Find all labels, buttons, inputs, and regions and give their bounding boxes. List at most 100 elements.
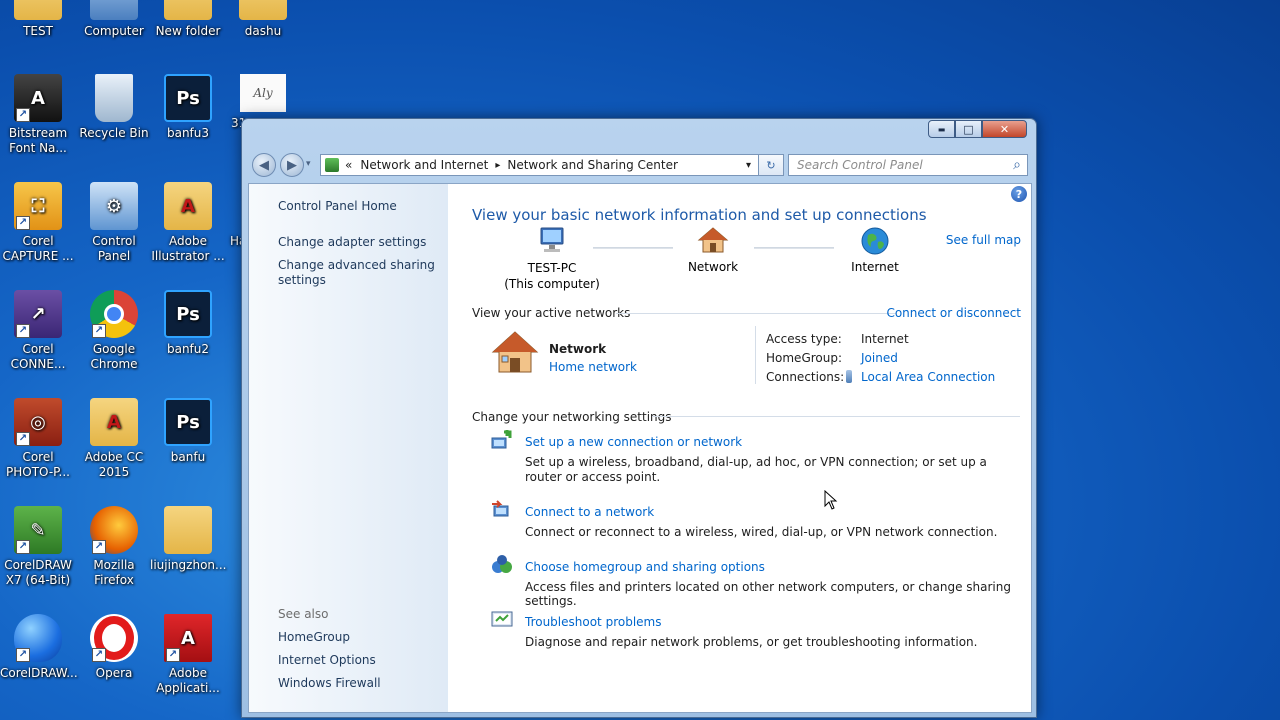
desktop-icon-label: Computer [84,24,144,38]
divider [616,313,896,314]
desktop-icon-test[interactable]: TEST [0,0,76,39]
shortcut-arrow-icon: ↗ [16,648,30,662]
internet-node[interactable]: Internet [834,226,916,274]
shortcut-arrow-icon: ↗ [92,648,106,662]
desktop-icon-label: Ha [230,234,241,248]
computer-name: TEST-PC [527,261,577,275]
opera-icon: ↗ [90,614,138,662]
local-area-connection-link[interactable]: Local Area Connection [861,370,995,384]
desktop-icon-banfu2[interactable]: Ps banfu2 [150,290,226,357]
setup-new-connection-link[interactable]: Set up a new connection or network [525,435,742,449]
desktop-icon-adobe-illustrator[interactable]: A Adobe Illustrator ... [150,182,226,264]
homegroup-sharing-options-desc: Access files and printers located on oth… [525,580,1011,608]
ethernet-icon [846,370,852,383]
desktop-icon-liujingzhon[interactable]: liujingzhon... [150,506,226,573]
address-bar[interactable]: « Network and Internet ▸ Network and Sha… [320,154,784,176]
map-connector-line [593,247,673,249]
globe-icon [861,227,889,255]
navigation-bar: ◀ ▶ ▾ « Network and Internet ▸ Network a… [250,151,1028,179]
desktop-icon-coreldraw[interactable]: ↗ CorelDRAW... [0,614,78,681]
desktop-icon-label: Opera [95,666,133,680]
shortcut-arrow-icon: ↗ [16,216,30,230]
control-panel-icon: ⚙ [90,182,138,230]
homegroup-joined-link[interactable]: Joined [861,351,898,365]
search-input[interactable]: Search Control Panel ⌕ [788,154,1028,176]
adobe-application-manager-icon: A ↗ [164,614,212,662]
troubleshoot-problems-desc: Diagnose and repair network problems, or… [525,635,978,649]
address-root-chevron[interactable]: « [345,158,352,172]
document-icon: Aly [240,74,286,112]
page-heading: View your basic network information and … [472,206,927,224]
network-node[interactable]: Network [672,226,754,274]
desktop-icon-control-panel[interactable]: ⚙ Control Panel [76,182,152,264]
desktop-icon-google-chrome[interactable]: ↗ Google Chrome [76,290,152,372]
refresh-button[interactable]: ↻ [758,154,784,176]
desktop-icon-coreldraw-x7[interactable]: ✎ ↗ CorelDRAW X7 (64-Bit) [0,506,76,588]
breadcrumb-network-and-internet[interactable]: Network and Internet [360,158,488,172]
close-button[interactable]: ✕ [982,120,1027,138]
change-adapter-settings-link[interactable]: Change adapter settings [278,235,443,250]
desktop-icon-label: Google Chrome [90,342,138,371]
shortcut-arrow-icon: ↗ [16,540,30,554]
search-placeholder: Search Control Panel [797,158,923,172]
see-full-map-link[interactable]: See full map [946,233,1021,247]
desktop-icon-label: CorelDRAW X7 (64-Bit) [4,558,72,587]
control-panel-home-link[interactable]: Control Panel Home [278,199,443,214]
connect-to-network-link[interactable]: Connect to a network [525,505,654,519]
desktop-icon-mozilla-firefox[interactable]: ↗ Mozilla Firefox [76,506,152,588]
desktop-icon-bitstream[interactable]: A ↗ Bitstream Font Na... [0,74,76,156]
desktop-icon-dashu[interactable]: dashu [225,0,301,39]
address-dropdown-icon[interactable]: ▾ [746,160,751,171]
desktop-icon-label: liujingzhon... [150,558,227,572]
maximize-button[interactable]: □ [955,120,982,138]
desktop-icon-corel-photo-paint[interactable]: ◎ ↗ Corel PHOTO-P... [0,398,76,480]
breadcrumb-network-sharing-center[interactable]: Network and Sharing Center [507,158,678,172]
main-pane: ? View your basic network information an… [448,184,1031,712]
help-icon[interactable]: ? [1011,186,1027,202]
title-bar[interactable]: ▬ □ ✕ [242,119,1036,145]
desktop-icon-computer[interactable]: Computer [76,0,152,39]
desktop-icon-adobe-cc-2015[interactable]: A Adobe CC 2015 [76,398,152,480]
back-button[interactable]: ◀ [252,153,276,177]
troubleshoot-icon [491,611,513,627]
forward-button[interactable]: ▶ [280,153,304,177]
homegroup-link[interactable]: HomeGroup [278,630,443,645]
computer-node[interactable]: TEST-PC (This computer) [504,226,600,292]
homegroup-sharing-options-link[interactable]: Choose homegroup and sharing options [525,560,765,574]
bitstream-font-navigator-icon: A ↗ [14,74,62,122]
connect-or-disconnect-link[interactable]: Connect or disconnect [886,306,1021,320]
desktop-icon-recycle-bin[interactable]: Recycle Bin [76,74,152,141]
active-network-name: Network [549,342,607,356]
desktop-icon-label: dashu [244,24,282,38]
minimize-button[interactable]: ▬ [928,120,955,138]
breadcrumb-separator[interactable]: ▸ [495,160,500,171]
home-network-link[interactable]: Home network [549,360,637,374]
desktop-icon-opera[interactable]: ↗ Opera [76,614,152,681]
network-sharing-center-window: ▬ □ ✕ ◀ ▶ ▾ « Network and Internet ▸ Net… [241,118,1037,718]
corel-capture-icon: ⛶ ↗ [14,182,62,230]
troubleshoot-problems-link[interactable]: Troubleshoot problems [525,615,661,629]
change-advanced-sharing-link[interactable]: Change advanced sharing settings [278,258,443,288]
desktop-icon-adobe-application[interactable]: A ↗ Adobe Applicati... [150,614,226,696]
shortcut-arrow-icon: ↗ [16,108,30,122]
desktop-icon-corel-capture[interactable]: ⛶ ↗ Corel CAPTURE ... [0,182,76,264]
window-controls: ▬ □ ✕ [928,120,1027,139]
adobe-folder-icon: A [164,182,212,230]
desktop-icon-label: Control Panel [92,234,136,263]
change-settings-heading: Change your networking settings [472,410,672,424]
corel-connect-icon: ↗ ↗ [14,290,62,338]
internet-options-link[interactable]: Internet Options [278,653,443,668]
desktop-icon-banfu[interactable]: Ps banfu [150,398,226,465]
desktop-icon-banfu3[interactable]: Ps banfu3 [150,74,226,141]
map-connector-line [754,247,834,249]
content-area: Control Panel Home Change adapter settin… [248,183,1032,713]
connect-network-icon [492,500,509,517]
search-icon[interactable]: ⌕ [1013,157,1021,173]
desktop-icon-ha[interactable]: Ha [225,182,241,249]
house-icon [697,227,729,253]
recent-pages-dropdown[interactable]: ▾ [306,159,311,169]
desktop-icon-corel-connect[interactable]: ↗ ↗ Corel CONNE... [0,290,76,372]
photoshop-file-icon: Ps [164,290,212,338]
desktop-icon-new-folder[interactable]: New folder [150,0,226,39]
windows-firewall-link[interactable]: Windows Firewall [278,676,443,691]
